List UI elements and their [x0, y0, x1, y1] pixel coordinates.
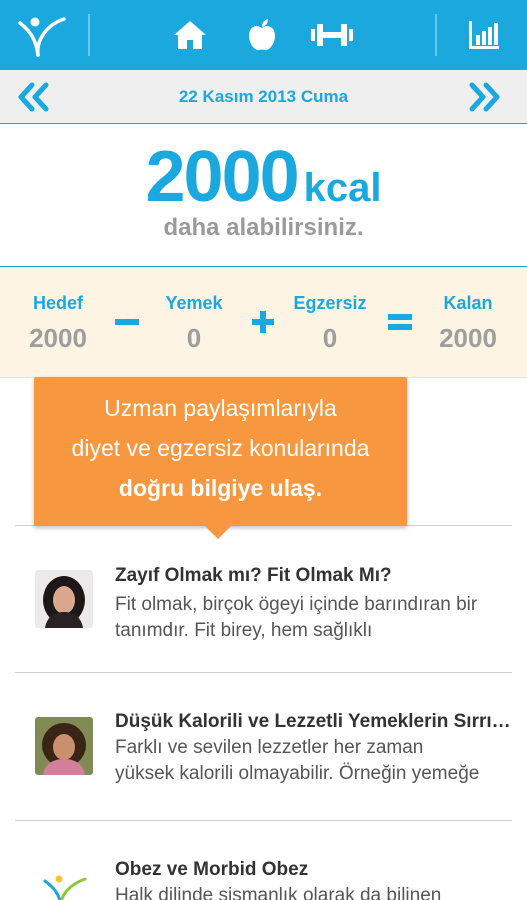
topbar-divider — [88, 14, 90, 56]
article-excerpt: Fit olmak, birçok ögeyi içinde barındıra… — [115, 592, 512, 644]
tooltip-line: Uzman paylaşımlarıyla — [104, 395, 337, 421]
article-item[interactable]: Düşük Kalorili ve Lezzetli Yemeklerin Sı… — [15, 673, 512, 821]
article-title: Zayıf Olmak mı? Fit Olmak Mı? — [115, 565, 392, 586]
bar-chart-icon[interactable] — [462, 0, 506, 70]
tooltip-pointer — [204, 525, 232, 539]
app-logo-icon[interactable] — [14, 0, 70, 70]
article-excerpt: Halk dilinde şişmanlık olarak da bilinen — [115, 883, 512, 900]
home-icon[interactable] — [168, 0, 212, 70]
dumbbell-icon[interactable] — [308, 0, 356, 70]
excerpt-line: Farklı ve sevilen lezzetler her zaman — [115, 737, 424, 758]
calorie-equation: Hedef 2000 Yemek 0 Egzersiz 0 Kalan 2000 — [0, 267, 527, 378]
food-label: Yemek — [165, 293, 223, 313]
tooltip-line-bold: doğru bilgiye ulaş. — [118, 475, 323, 501]
calorie-value: 2000 — [145, 137, 299, 217]
current-date[interactable]: 22 Kasım 2013 Cuma — [0, 70, 527, 124]
apple-icon[interactable] — [240, 0, 284, 70]
article-item[interactable]: Zayıf Olmak mı? Fit Olmak Mı? Fit olmak,… — [15, 526, 512, 673]
article-item[interactable]: Obez ve Morbid Obez Halk dilinde şişmanl… — [15, 821, 512, 900]
onboarding-tooltip[interactable]: Uzman paylaşımlarıyla diyet ve egzersiz … — [34, 377, 407, 539]
author-avatar — [35, 717, 93, 775]
article-excerpt: Farklı ve sevilen lezzetler her zaman yü… — [115, 735, 512, 787]
remaining-calories: 2000 kcal — [0, 136, 527, 218]
topbar-divider — [435, 14, 437, 56]
remaining-value: 2000 — [439, 323, 497, 353]
goal-label: Hedef — [32, 293, 83, 313]
calorie-unit: kcal — [303, 166, 382, 210]
excerpt-line: Fit olmak, birçok ögeyi içinde barındıra… — [115, 594, 478, 615]
author-avatar — [35, 570, 93, 628]
exercise-label: Egzersiz — [293, 293, 367, 313]
article-title: Düşük Kalorili ve Lezzetli Yemeklerin Sı… — [115, 711, 511, 732]
calorie-summary: 2000 kcal daha alabilirsiniz. — [0, 124, 527, 267]
food-value: 0 — [186, 323, 202, 353]
goal-value: 2000 — [29, 323, 87, 353]
excerpt-line: Halk dilinde şişmanlık olarak da bilinen — [115, 885, 442, 900]
double-chevron-right-icon[interactable] — [454, 70, 514, 124]
top-nav-bar — [0, 0, 527, 70]
date-navigator: 22 Kasım 2013 Cuma — [0, 70, 527, 124]
exercise-value: 0 — [322, 323, 338, 353]
brand-logo-icon — [35, 865, 93, 900]
remaining-label: Kalan — [443, 293, 493, 313]
tooltip-line: diyet ve egzersiz konularında — [71, 435, 370, 461]
article-title: Obez ve Morbid Obez — [115, 859, 309, 880]
calorie-subtitle: daha alabilirsiniz. — [163, 214, 364, 241]
excerpt-line: yüksek kalorili olmayabilir. Örneğin yem… — [115, 763, 480, 784]
excerpt-line: tanımdır. Fit birey, hem sağlıklı — [115, 620, 373, 641]
